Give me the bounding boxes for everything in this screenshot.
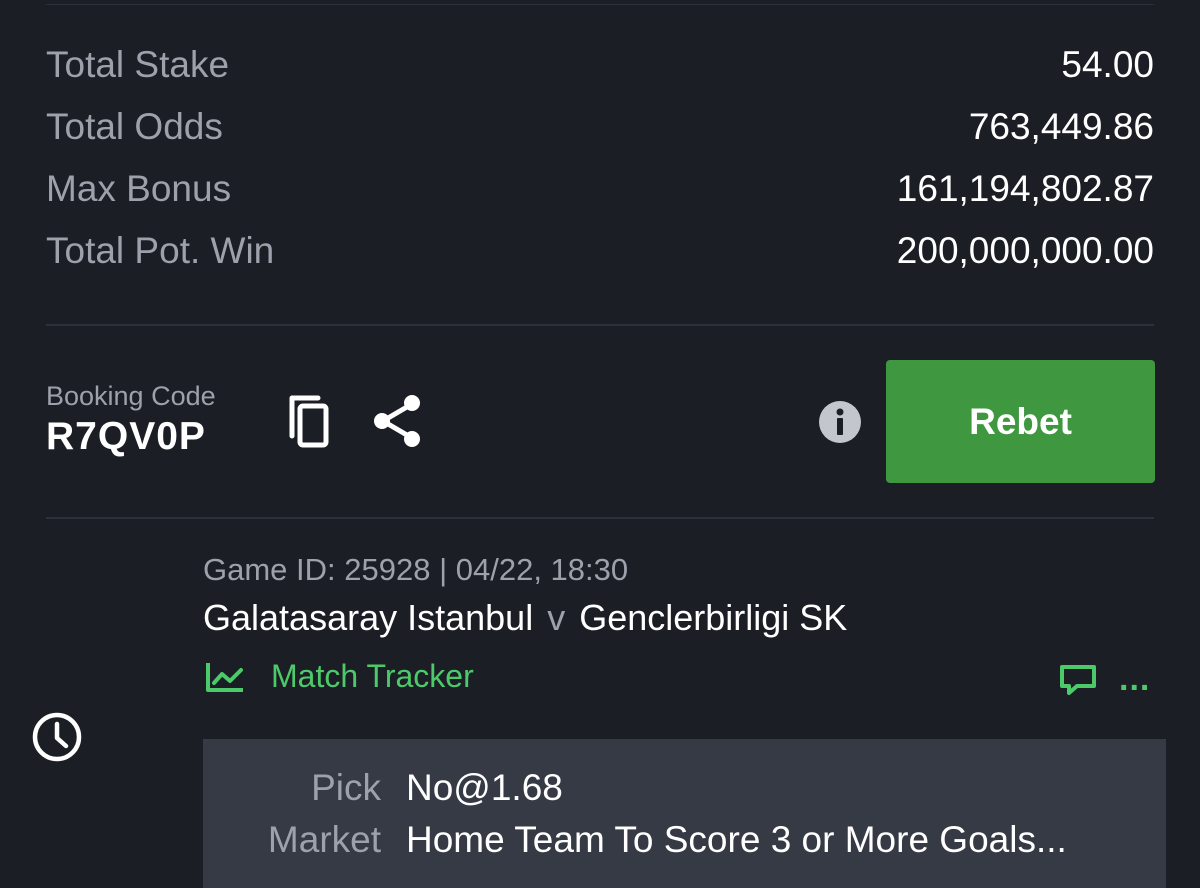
total-pot-win-value: 200,000,000.00 [896, 230, 1154, 271]
comment-icon[interactable] [1059, 664, 1097, 696]
clock-icon [31, 711, 83, 763]
selection-details: Pick No@1.68 Market Home Team To Score 3… [203, 739, 1166, 888]
game-meta: Game ID: 25928 | 04/22, 18:30 [203, 552, 629, 587]
summary-divider [46, 324, 1154, 326]
total-odds-label: Total Odds [46, 106, 223, 147]
pick-value: No@1.68 [406, 767, 563, 808]
market-row: Market Home Team To Score 3 or More Goal… [203, 812, 1166, 868]
summary-row-max-bonus: Max Bonus 161,194,802.87 [46, 158, 1154, 220]
versus-separator: v [547, 597, 566, 638]
share-icon[interactable] [372, 394, 424, 448]
booking-code-label: Booking Code [46, 381, 216, 411]
home-team: Galatasaray Istanbul [203, 597, 534, 638]
total-odds-value: 763,449.86 [968, 106, 1154, 147]
summary-row-total-stake: Total Stake 54.00 [46, 34, 1154, 96]
copy-icon[interactable] [282, 392, 332, 450]
match-tracker-link[interactable]: Match Tracker [205, 658, 474, 695]
total-stake-value: 54.00 [1061, 44, 1154, 85]
booking-code-block: Booking Code R7QV0P [46, 378, 216, 460]
bet-summary: Total Stake 54.00 Total Odds 763,449.86 … [46, 34, 1154, 282]
away-team: Genclerbirligi SK [579, 597, 848, 638]
rebet-button[interactable]: Rebet [886, 360, 1155, 483]
max-bonus-label: Max Bonus [46, 168, 232, 209]
booking-code-value: R7QV0P [46, 415, 206, 458]
summary-row-total-pot-win: Total Pot. Win 200,000,000.00 [46, 220, 1154, 282]
market-label: Market [267, 819, 381, 860]
top-divider [46, 4, 1154, 5]
total-stake-label: Total Stake [46, 44, 230, 85]
match-title: Galatasaray Istanbul v Genclerbirligi SK [203, 597, 847, 639]
line-chart-icon [206, 662, 243, 692]
booking-divider [46, 517, 1154, 519]
more-icon[interactable]: ... [1119, 660, 1150, 699]
summary-row-total-odds: Total Odds 763,449.86 [46, 96, 1154, 158]
max-bonus-value: 161,194,802.87 [896, 168, 1154, 209]
match-tracker-label: Match Tracker [271, 658, 474, 694]
pick-row: Pick No@1.68 [203, 760, 1166, 816]
info-icon[interactable] [818, 400, 862, 444]
total-pot-win-label: Total Pot. Win [46, 230, 275, 271]
market-value: Home Team To Score 3 or More Goals... [406, 819, 1067, 860]
pick-label: Pick [311, 767, 381, 808]
